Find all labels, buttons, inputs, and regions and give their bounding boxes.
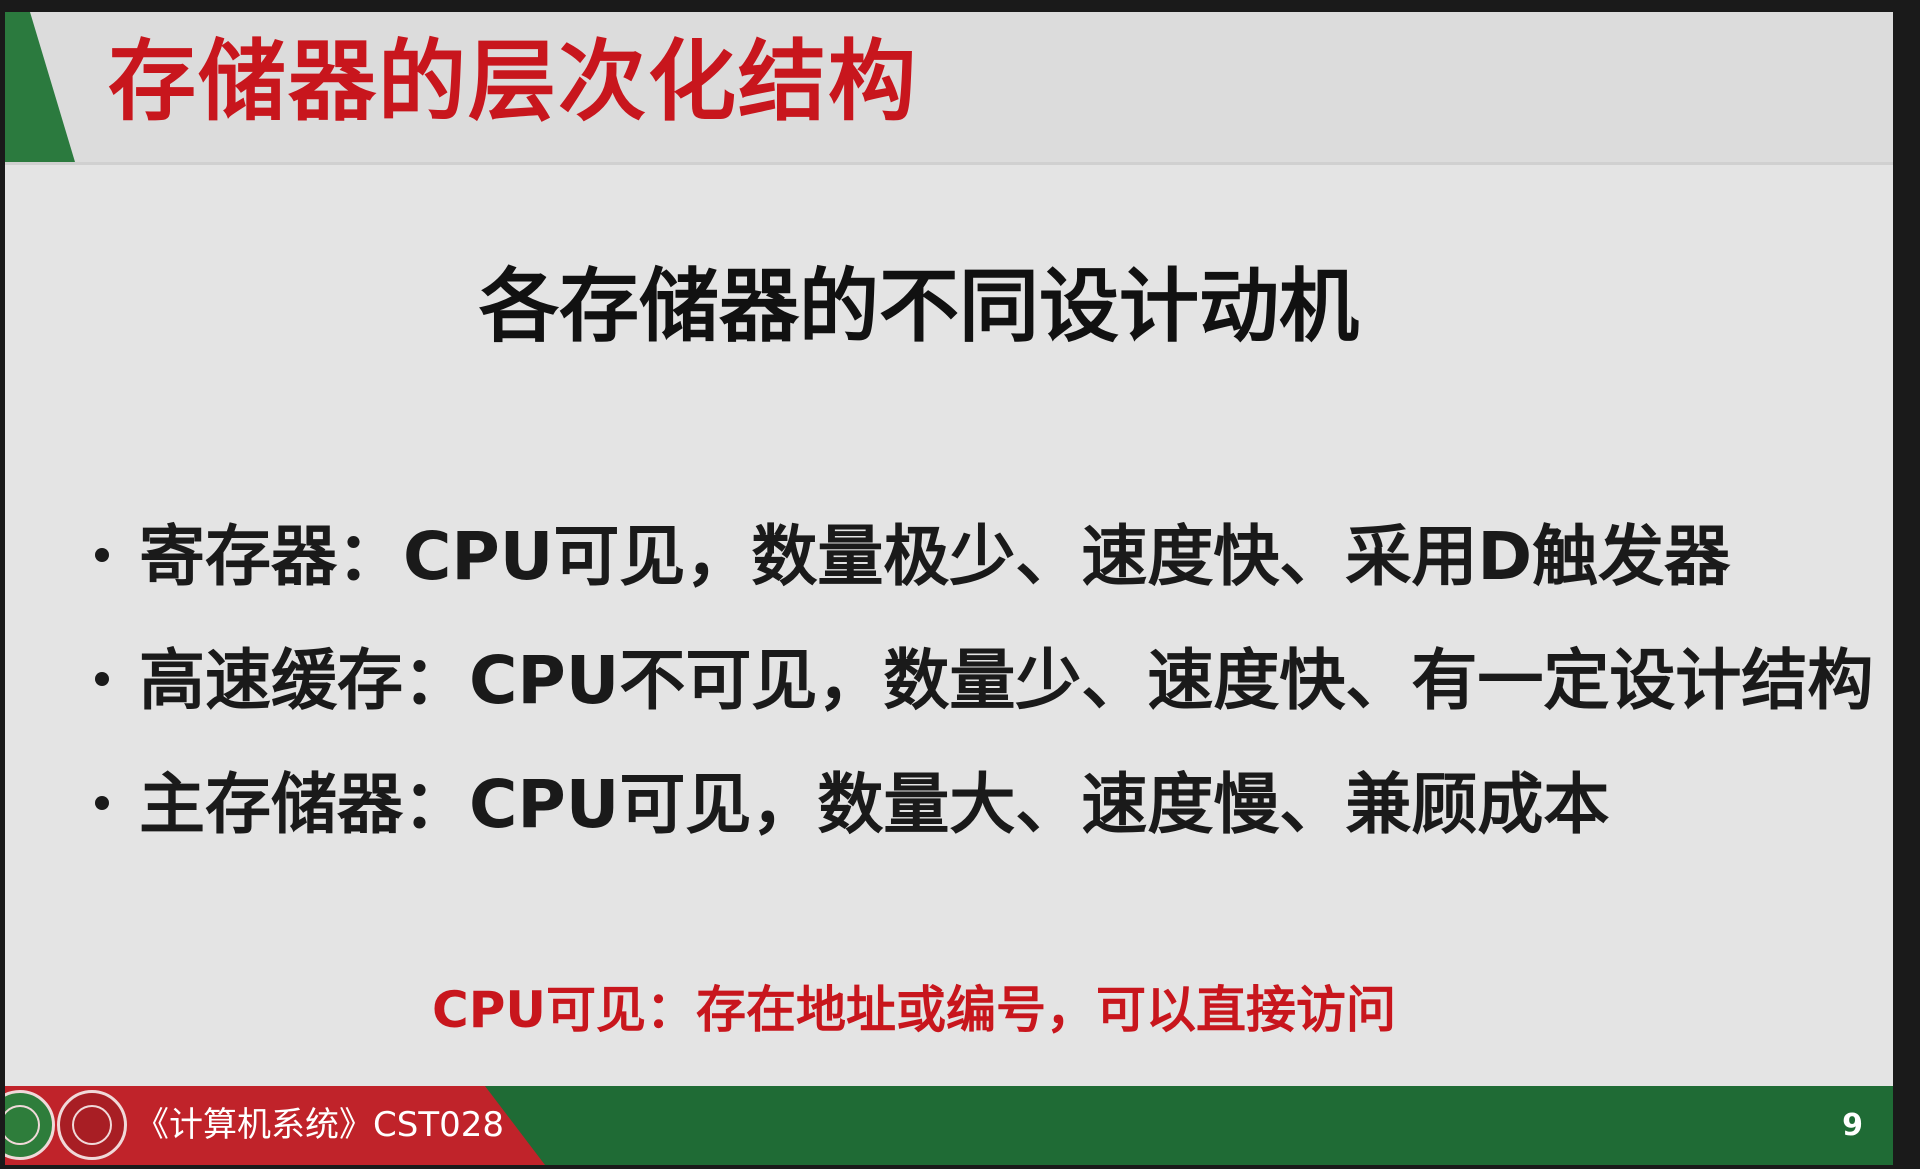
bullet-item-main-memory: 主存储器：CPU可见，数量大、速度慢、兼顾成本 (95, 760, 1873, 884)
bullet-item-cache: 高速缓存：CPU不可见，数量少、速度快、有一定设计结构 (95, 636, 1873, 760)
slide-title: 存储器的层次化结构 (108, 30, 919, 133)
bullet-text: 高速缓存：CPU不可见，数量少、速度快、有一定设计结构 (139, 642, 1874, 719)
slide: 存储器的层次化结构 各存储器的不同设计动机 寄存器：CPU可见，数量极少、速度快… (5, 12, 1893, 1165)
slide-footer: 《计算机系统》CST028 9 (5, 1086, 1893, 1165)
bullet-text: 寄存器：CPU可见，数量极少、速度快、采用D触发器 (139, 518, 1731, 595)
slide-subtitle: 各存储器的不同设计动机 (5, 267, 1893, 347)
bullet-text: 主存储器：CPU可见，数量大、速度慢、兼顾成本 (139, 766, 1610, 843)
slide-header: 存储器的层次化结构 (5, 12, 1893, 165)
header-accent-stripe (5, 12, 75, 162)
highlight-note: CPU可见：存在地址或编号，可以直接访问 (5, 970, 1893, 1042)
university-seal-icon (5, 1090, 55, 1160)
bullet-dot-icon (95, 671, 109, 686)
note-text: CPU可见：存在地址或编号，可以直接访问 (432, 981, 1396, 1039)
department-seal-icon (57, 1090, 127, 1160)
bullet-list: 寄存器：CPU可见，数量极少、速度快、采用D触发器 高速缓存：CPU不可见，数量… (95, 512, 1873, 884)
footer-red-band: 《计算机系统》CST028 (5, 1086, 545, 1165)
page-number: 9 (1842, 1108, 1863, 1143)
course-name: 《计算机系统》CST028 (135, 1105, 504, 1145)
bullet-dot-icon (95, 547, 109, 562)
bullet-dot-icon (95, 795, 109, 810)
subtitle-text: 各存储器的不同设计动机 (479, 260, 1359, 353)
bullet-item-register: 寄存器：CPU可见，数量极少、速度快、采用D触发器 (95, 512, 1873, 636)
